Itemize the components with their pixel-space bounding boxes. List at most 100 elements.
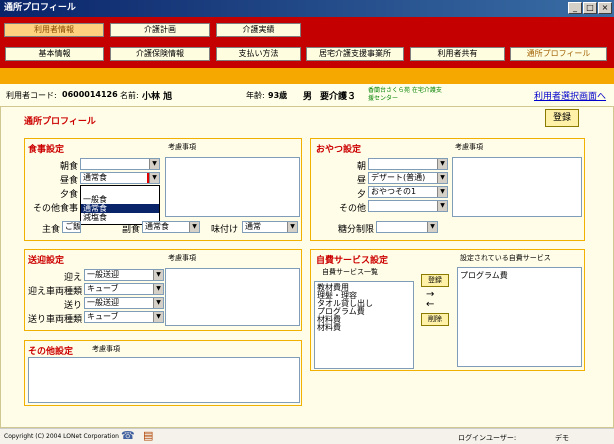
- nav-band-lower: [0, 68, 614, 84]
- dropoff-vehicle-select[interactable]: キューブ ▼: [84, 311, 164, 323]
- tab-care-plan[interactable]: 介護計画: [110, 23, 210, 37]
- chevron-down-icon: ▼: [153, 312, 163, 322]
- snack-other-label: その他: [338, 204, 366, 214]
- sugar-limit-label: 糖分制限: [337, 225, 374, 235]
- snack-other-select[interactable]: ▼: [368, 200, 448, 212]
- sugar-limit-select[interactable]: ▼: [376, 221, 438, 233]
- self-pay-title: 自費サービス設定: [316, 256, 389, 266]
- pickup-vehicle-select[interactable]: キューブ ▼: [84, 283, 164, 295]
- meal-settings-title: 食事設定: [28, 145, 65, 155]
- chevron-down-icon: ▼: [437, 173, 447, 183]
- delete-service-button[interactable]: 削除: [421, 313, 449, 326]
- tab-basic-info[interactable]: 基本情報: [5, 47, 104, 61]
- snack-noon-label: 昼: [356, 176, 366, 186]
- staple-label: 主食: [41, 225, 60, 235]
- chevron-down-icon: ▼: [287, 222, 297, 232]
- dropoff-label: 送り: [63, 301, 82, 311]
- snack-evening-select[interactable]: おやつその1 ▼: [368, 186, 448, 198]
- window-title: 通所プロフィール: [4, 3, 76, 13]
- maximize-button[interactable]: □: [583, 2, 597, 14]
- other-note-textarea[interactable]: [28, 357, 300, 403]
- chevron-down-icon: ▼: [153, 270, 163, 280]
- dropdown-option-selected[interactable]: 通常食: [81, 204, 159, 213]
- breakfast-select[interactable]: ▼: [80, 158, 160, 170]
- dinner-label: 夕食: [59, 190, 78, 200]
- tab-day-profile[interactable]: 通所プロフィール: [510, 47, 607, 61]
- self-pay-service-list[interactable]: 教材費用 理髪・理容 タオル貸し出し プログラム費 材料費 材料費: [314, 281, 414, 369]
- pickup-vehicle-label: 迎え車両種類: [27, 287, 82, 297]
- snack-note-textarea[interactable]: [452, 157, 582, 217]
- pickup-select[interactable]: 一般送迎 ▼: [84, 269, 164, 281]
- dropdown-option[interactable]: [81, 186, 159, 195]
- chevron-down-icon: ▼: [437, 187, 447, 197]
- chevron-down-icon: ▼: [189, 222, 199, 232]
- snack-evening-label: 夕: [356, 190, 366, 200]
- self-pay-list-label: 自費サービス一覧: [322, 268, 378, 276]
- tab-care-office[interactable]: 居宅介護支援事業所: [306, 47, 404, 61]
- window-titlebar: 通所プロフィール: [0, 0, 614, 17]
- chevron-down-icon: ▼: [153, 284, 163, 294]
- other-note-label: 考慮事項: [92, 345, 120, 353]
- snack-settings-title: おやつ設定: [316, 145, 362, 155]
- care-level-value: 要介護３: [320, 92, 357, 102]
- tab-user-info[interactable]: 利用者情報: [4, 23, 104, 37]
- arrow-left-icon: ←: [426, 299, 435, 310]
- meal-note-textarea[interactable]: [165, 157, 300, 217]
- self-pay-selected-label: 設定されている自費サービス: [460, 254, 551, 262]
- facility-name-line2: 援センター: [368, 95, 399, 102]
- login-user-value: デモ: [555, 434, 569, 442]
- dropoff-vehicle-label: 送り車両種類: [27, 315, 82, 325]
- lunch-dropdown-list[interactable]: 一般食 通常食 減塩食: [80, 185, 160, 225]
- tab-shared[interactable]: 利用者共有: [410, 47, 505, 61]
- lunch-label: 昼食: [59, 176, 78, 186]
- tab-care-record[interactable]: 介護実績: [216, 23, 301, 37]
- transport-settings-title: 送迎設定: [28, 256, 65, 266]
- lunch-select[interactable]: 通常食 ▼: [80, 172, 160, 184]
- snack-morning-select[interactable]: ▼: [368, 158, 448, 170]
- snack-morning-label: 朝: [356, 162, 366, 172]
- dropoff-select[interactable]: 一般送迎 ▼: [84, 297, 164, 309]
- dropdown-option[interactable]: 一般食: [81, 195, 159, 204]
- page-title: 通所プロフィール: [24, 117, 96, 127]
- transport-note-textarea[interactable]: [165, 268, 300, 326]
- side-label: 副食: [121, 225, 140, 235]
- transport-note-label: 考慮事項: [168, 254, 196, 262]
- register-button[interactable]: 登録: [545, 109, 579, 127]
- age-value: 93歳: [268, 91, 288, 100]
- side-select[interactable]: 通常食 ▼: [142, 221, 200, 233]
- breakfast-label: 朝食: [59, 162, 78, 172]
- selected-service-list[interactable]: プログラム費: [457, 267, 582, 367]
- taste-select[interactable]: 通常 ▼: [242, 221, 298, 233]
- snack-noon-select[interactable]: デザート(普通) ▼: [368, 172, 448, 184]
- selected-service-item[interactable]: プログラム費: [460, 270, 579, 281]
- chevron-down-icon: ▼: [147, 173, 159, 183]
- phone-icon[interactable]: ☎: [121, 429, 135, 442]
- meal-note-label: 考慮事項: [168, 143, 196, 151]
- book-icon[interactable]: ▤: [143, 429, 153, 442]
- add-service-button[interactable]: 登録: [421, 274, 449, 287]
- tab-insurance-info[interactable]: 介護保険情報: [110, 47, 210, 61]
- other-meal-label: その他食事: [32, 204, 78, 214]
- user-code-label: 利用者コード:: [6, 91, 57, 100]
- user-code-value: 0600014126: [62, 90, 118, 99]
- name-value: 小林 旭: [142, 92, 173, 102]
- chevron-down-icon: ▼: [437, 159, 447, 169]
- chevron-down-icon: ▼: [427, 222, 437, 232]
- name-label: 名前:: [120, 91, 139, 100]
- chevron-down-icon: ▼: [153, 298, 163, 308]
- close-button[interactable]: ×: [598, 2, 612, 14]
- user-select-link[interactable]: 利用者選択画面へ: [534, 89, 606, 102]
- service-list-item[interactable]: 材料費: [317, 324, 411, 332]
- chevron-down-icon: ▼: [149, 159, 159, 169]
- staple-select[interactable]: ご飯: [62, 221, 81, 233]
- tab-payment[interactable]: 支払い方法: [216, 47, 301, 61]
- chevron-down-icon: ▼: [437, 201, 447, 211]
- login-user-label: ログインユーザー:: [458, 434, 517, 442]
- gender-value: 男: [303, 92, 313, 102]
- taste-label: 味付け: [210, 225, 238, 235]
- window-controls: _ □ ×: [568, 2, 612, 14]
- minimize-button[interactable]: _: [568, 2, 582, 14]
- other-settings-title: その他設定: [28, 347, 74, 357]
- age-label: 年齢:: [246, 91, 265, 100]
- copyright-text: Copyright (C) 2004 LONet Corporation: [4, 433, 119, 440]
